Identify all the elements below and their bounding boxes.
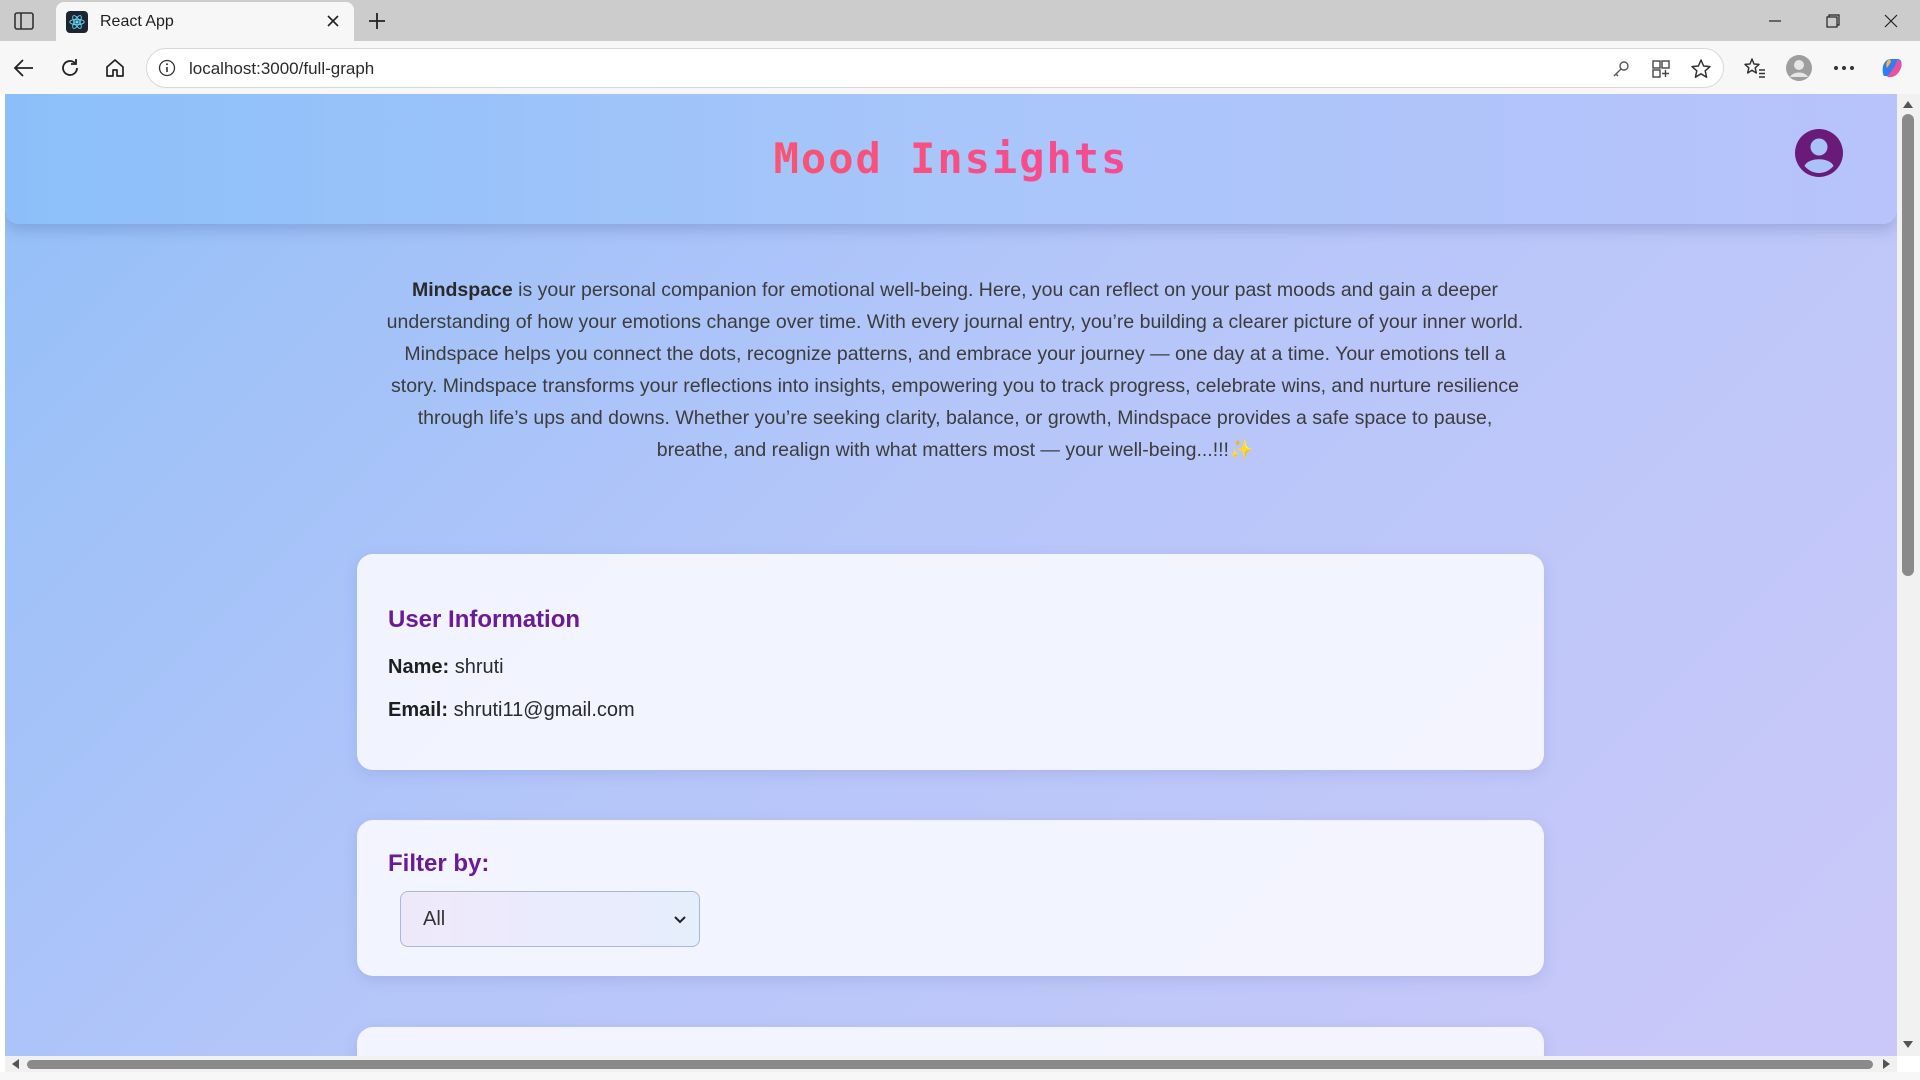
copilot-icon[interactable] (1878, 54, 1906, 82)
vertical-scrollbar[interactable] (1897, 94, 1920, 1056)
horizontal-scrollbar[interactable] (5, 1056, 1897, 1072)
brand-name: Mindspace (411, 279, 513, 301)
profile-icon[interactable] (1785, 54, 1813, 82)
filter-label: Filter by: (388, 850, 490, 877)
vertical-scroll-thumb[interactable] (1902, 114, 1914, 576)
tab-title: React App (100, 12, 174, 30)
intro-text: is your personal companion for emotional… (386, 279, 1524, 461)
scroll-left-icon[interactable] (8, 1057, 22, 1071)
window-bottom-edge (0, 1072, 1920, 1080)
apps-icon[interactable] (1650, 58, 1672, 80)
filter-selected-value: All (423, 908, 446, 930)
email-label: Email: (388, 699, 449, 721)
back-arrow-icon[interactable] (10, 54, 38, 82)
key-icon[interactable] (1610, 58, 1632, 80)
user-info-heading: User Information (388, 606, 581, 633)
intro-paragraph: Mindspace is your personal companion for… (385, 274, 1525, 466)
scroll-right-icon[interactable] (1880, 1057, 1894, 1071)
user-info-card: User Information Name: shruti Email: shr… (357, 554, 1544, 770)
user-circle-icon[interactable] (1794, 128, 1844, 178)
close-icon[interactable] (324, 12, 342, 30)
restore-icon[interactable] (1813, 8, 1853, 34)
name-label: Name: (388, 656, 450, 678)
react-logo-icon (66, 10, 88, 33)
email-value: shruti11@gmail.com (453, 699, 635, 721)
user-email-row: Email: shruti11@gmail.com (388, 699, 635, 722)
page-title: Mood Insights (5, 134, 1897, 183)
address-bar[interactable]: localhost:3000/full-graph (146, 48, 1724, 88)
info-icon[interactable] (157, 58, 177, 78)
minimize-icon[interactable] (1755, 8, 1795, 34)
user-name-row: Name: shruti (388, 656, 504, 679)
sidebar-toggle-icon[interactable] (11, 9, 37, 33)
filter-card: Filter by: All (357, 820, 1544, 976)
name-value: shruti (454, 656, 504, 678)
window-close-icon[interactable] (1871, 8, 1911, 34)
filter-select[interactable]: All (400, 891, 700, 947)
horizontal-scroll-thumb[interactable] (27, 1060, 1873, 1069)
app-header: Mood Insights (5, 94, 1897, 224)
refresh-icon[interactable] (56, 54, 84, 82)
page-viewport: Mood Insights Mindspace is your personal… (5, 94, 1897, 1056)
scroll-down-icon[interactable] (1901, 1038, 1915, 1052)
browser-toolbar: localhost:3000/full-graph (0, 41, 1920, 94)
url-text[interactable]: localhost:3000/full-graph (189, 59, 374, 79)
scroll-up-icon[interactable] (1901, 97, 1915, 111)
more-icon[interactable] (1830, 54, 1858, 82)
chevron-down-icon (674, 916, 686, 924)
home-icon[interactable] (101, 54, 129, 82)
next-card (357, 1027, 1544, 1056)
star-icon[interactable] (1690, 58, 1712, 80)
browser-tab-bar: React App (0, 0, 1920, 41)
plus-icon[interactable] (364, 8, 390, 34)
browser-tab[interactable]: React App (56, 2, 354, 41)
favorites-icon[interactable] (1741, 54, 1769, 82)
